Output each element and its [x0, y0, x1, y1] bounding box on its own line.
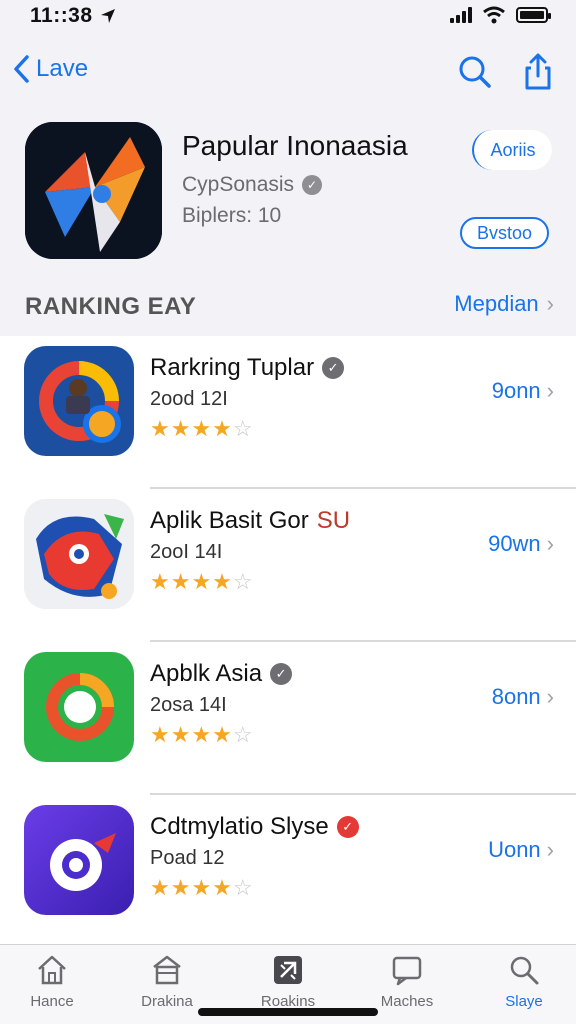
developer-name: CypSonasis ✓ [182, 173, 323, 197]
star-empty-icon: ☆ [232, 569, 254, 594]
home-icon [38, 955, 66, 985]
app-icon [24, 346, 134, 456]
back-button[interactable]: Lave [12, 54, 88, 84]
tab-home-label: Hance [30, 993, 74, 1010]
star-filled-icon: ★★★★ [150, 875, 233, 900]
tab-home[interactable]: Hance [2, 953, 102, 1010]
search-button[interactable] [455, 52, 495, 92]
get-button-label: Bvstoo [476, 222, 533, 243]
chevron-right-icon: › [546, 291, 554, 316]
home-indicator [198, 1008, 378, 1016]
wifi-icon [483, 6, 505, 24]
search-icon [459, 56, 491, 88]
tab-search[interactable]: Slaye [474, 953, 574, 1010]
app-name: Cdtmylatio Slyse ✓ [150, 813, 359, 841]
verified-icon: ✓ [336, 816, 359, 838]
page-title: Papular Inonaasia [182, 130, 408, 161]
get-button[interactable]: 9onn › [492, 378, 554, 404]
get-button[interactable]: Uonn › [488, 837, 554, 863]
status-time: 11::38 [30, 4, 117, 28]
see-all-link[interactable]: Mepdian › [454, 291, 554, 317]
app-icon [24, 499, 134, 609]
ranking-list: Rarkring Tuplar ✓ 2ood 12I ★★★★☆ 9onn › [0, 336, 576, 944]
battery-icon [516, 7, 551, 23]
get-button-label: 8onn [491, 684, 541, 709]
rating-stars: ★★★★☆ [150, 722, 254, 748]
tab-store-label: Drakina [141, 993, 193, 1010]
get-button-label: 90wn [488, 531, 541, 556]
star-filled-icon: ★★★★ [150, 722, 233, 747]
chevron-right-icon: › [546, 837, 554, 862]
tab-messages[interactable]: Maches [357, 953, 457, 1010]
star-empty-icon: ☆ [232, 875, 254, 900]
app-subtitle: 2osa 14I [150, 694, 227, 716]
rating-stars: ★★★★☆ [150, 416, 254, 442]
chevron-left-icon [14, 55, 29, 83]
app-icon [24, 805, 134, 915]
share-button[interactable] [518, 52, 558, 92]
app-icon [24, 652, 134, 762]
message-icon [392, 956, 422, 986]
app-name: Apblk Asia ✓ [150, 660, 293, 688]
signal-icon [450, 7, 472, 23]
get-button[interactable]: 90wn › [488, 531, 554, 557]
list-item[interactable]: Rarkring Tuplar ✓ 2ood 12I ★★★★☆ 9onn › [0, 336, 576, 489]
options-button[interactable]: Aoriis [472, 130, 552, 170]
rating-stars: ★★★★☆ [150, 569, 254, 595]
star-empty-icon: ☆ [232, 416, 254, 441]
search-icon [510, 956, 539, 985]
chevron-right-icon: › [546, 684, 554, 709]
app-subtitle: Poad 12 [150, 847, 225, 869]
tab-messages-label: Maches [380, 993, 434, 1010]
app-name-label: Rarkring Tuplar [150, 354, 315, 381]
share-icon [525, 53, 551, 90]
app-name-label: Aplik Basit Gor [150, 507, 309, 534]
app-name: Rarkring Tuplar ✓ [150, 354, 345, 382]
app-logo-icon [25, 122, 162, 259]
chevron-right-icon: › [546, 378, 554, 403]
star-filled-icon: ★★★★ [150, 416, 233, 441]
verified-icon: ✓ [322, 357, 345, 379]
back-button-label: Lave [36, 55, 89, 82]
star-filled-icon: ★★★★ [150, 569, 233, 594]
see-all-label: Mepdian [454, 291, 539, 316]
app-name: Aplik Basit Gor SU [150, 507, 350, 535]
list-item[interactable]: Cdtmylatio Slyse ✓ Poad 12 ★★★★☆ Uonn › [0, 795, 576, 948]
status-indicators [450, 6, 551, 24]
ranking-icon [274, 956, 302, 984]
tab-ranking[interactable]: Roakins [238, 953, 338, 1010]
status-time-label: 11::38 [30, 4, 93, 27]
app-name-suffix: SU [316, 507, 351, 534]
tab-store[interactable]: Drakina [117, 953, 217, 1010]
get-button[interactable]: Bvstoo [460, 217, 549, 249]
verified-icon: ✓ [302, 175, 323, 195]
chevron-right-icon: › [546, 531, 554, 556]
location-arrow-icon [100, 9, 115, 23]
app-meta: Biplers: 10 [182, 204, 282, 227]
get-button-label: Uonn [488, 837, 541, 862]
star-empty-icon: ☆ [232, 722, 254, 747]
app-name-label: Apblk Asia [150, 660, 263, 687]
app-subtitle: 2ooI 14I [150, 541, 223, 563]
app-subtitle: 2ood 12I [150, 388, 228, 410]
developer-label: CypSonasis [182, 173, 295, 196]
store-icon [153, 955, 181, 985]
rating-stars: ★★★★☆ [150, 875, 254, 901]
get-button[interactable]: 8onn › [492, 684, 554, 710]
tab-search-label: Slaye [505, 993, 543, 1010]
section-title: RANKING EAY [25, 293, 197, 320]
verified-icon: ✓ [270, 663, 293, 685]
app-name-label: Cdtmylatio Slyse [150, 813, 329, 840]
list-item[interactable]: Aplik Basit Gor SU 2ooI 14I ★★★★☆ 90wn › [0, 489, 576, 642]
list-item[interactable]: Apblk Asia ✓ 2osa 14I ★★★★☆ 8onn › [0, 642, 576, 795]
options-button-label: Aoriis [490, 139, 536, 160]
get-button-label: 9onn [491, 378, 541, 403]
